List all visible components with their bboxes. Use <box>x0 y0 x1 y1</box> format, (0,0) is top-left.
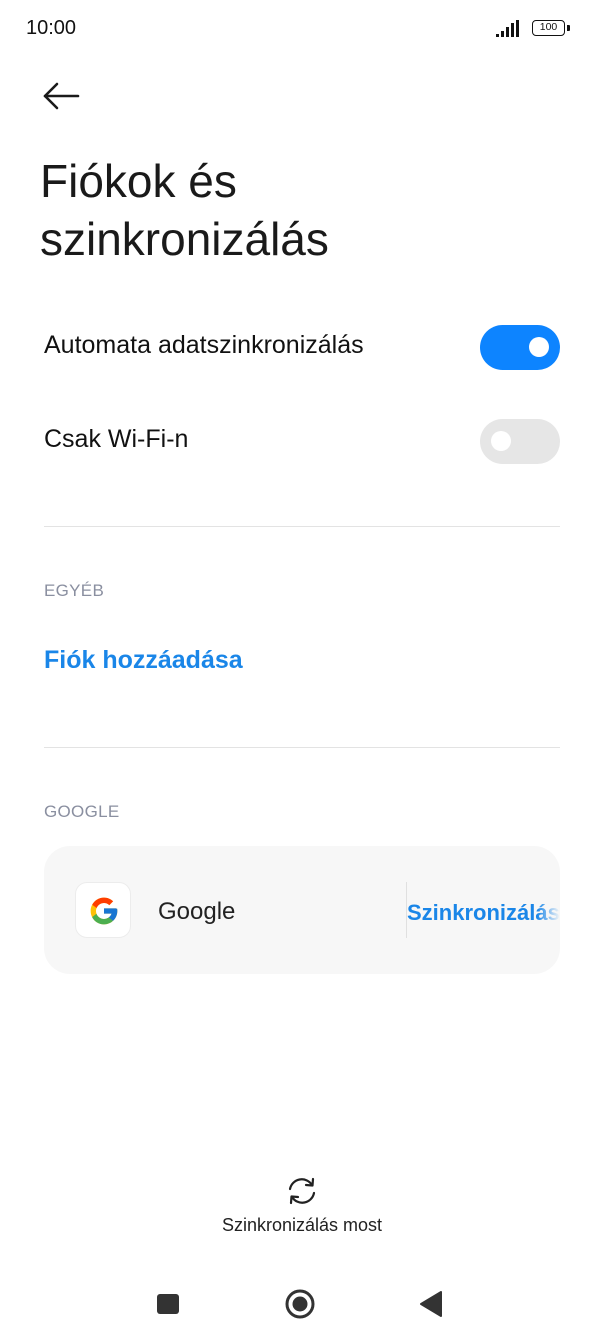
section-header-other: EGYÉB <box>44 581 105 600</box>
circle-icon <box>285 1289 315 1319</box>
battery-icon: 100 <box>532 20 572 38</box>
divider <box>44 526 560 527</box>
back-nav-button[interactable] <box>412 1284 452 1324</box>
divider <box>44 747 560 748</box>
wifi-only-label: Csak Wi-Fi-n <box>44 425 189 453</box>
status-time: 10:00 <box>26 17 77 39</box>
status-bar: 10:00 100 <box>0 0 604 58</box>
back-button[interactable] <box>36 74 86 118</box>
wifi-only-row[interactable]: Csak Wi-Fi-n <box>44 412 560 472</box>
sync-now-button[interactable]: Szinkronizálás most <box>202 1170 402 1240</box>
toggle-knob <box>529 337 549 357</box>
auto-sync-label: Automata adatszinkronizálás <box>44 331 364 359</box>
add-account-link[interactable]: Fiók hozzáadása <box>44 646 243 675</box>
triangle-back-icon <box>420 1291 442 1317</box>
sync-icon <box>288 1177 316 1205</box>
square-icon <box>157 1294 179 1314</box>
page-title-line-1: Fiókok és <box>40 155 237 207</box>
toggle-knob <box>491 431 511 451</box>
home-button[interactable] <box>280 1284 320 1324</box>
auto-sync-row[interactable]: Automata adatszinkronizálás <box>44 318 560 378</box>
navigation-bar <box>0 1270 604 1344</box>
sync-account-button[interactable]: Szinkronizálás <box>407 900 560 926</box>
page-title: Fiókok és szinkronizálás <box>40 152 560 268</box>
auto-sync-toggle[interactable] <box>480 325 560 370</box>
battery-level: 100 <box>532 20 565 36</box>
recents-button[interactable] <box>148 1284 188 1324</box>
sync-now-label: Szinkronizálás most <box>221 1215 383 1235</box>
google-logo-icon <box>75 882 131 938</box>
wifi-only-toggle[interactable] <box>480 419 560 464</box>
arrow-left-icon <box>43 82 80 110</box>
signal-icon <box>496 20 519 37</box>
google-account-card[interactable]: Google Szinkronizálás <box>44 846 560 974</box>
section-header-google: GOOGLE <box>44 802 120 821</box>
page-title-line-2: szinkronizálás <box>40 213 329 265</box>
account-name: Google <box>158 898 236 925</box>
